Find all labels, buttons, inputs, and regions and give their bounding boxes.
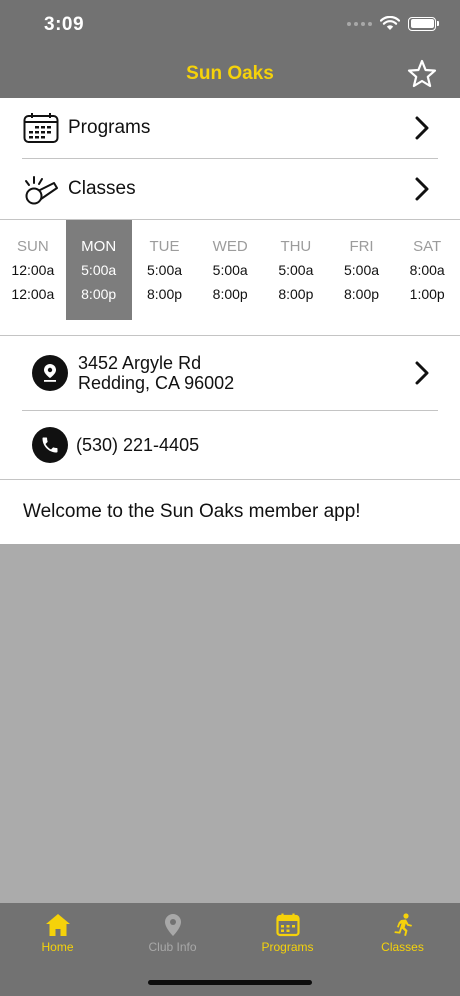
hours-day-tue: TUE 5:00a 8:00p [132, 236, 198, 335]
address-row[interactable]: 3452 Argyle Rd Redding, CA 96002 [0, 336, 460, 410]
open-time: 5:00a [278, 262, 314, 278]
address-line-1: 3452 Argyle Rd [78, 353, 202, 373]
status-icons [347, 16, 439, 31]
favorite-star-icon[interactable] [406, 58, 438, 90]
open-time: 5:00a [212, 262, 248, 278]
classes-row[interactable]: Classes [0, 159, 460, 219]
close-time: 8:00p [212, 286, 248, 302]
open-time: 5:00a [344, 262, 380, 278]
programs-label: Programs [68, 117, 151, 138]
status-time: 3:09 [44, 14, 85, 35]
day-name: SUN [17, 238, 49, 255]
welcome-message: Welcome to the Sun Oaks member app! [23, 501, 361, 522]
tab-classes[interactable]: Classes [345, 903, 460, 996]
hours-day-thu: THU 5:00a 8:00p [263, 236, 329, 335]
location-pin-icon [32, 355, 68, 391]
calendar-icon [22, 110, 60, 146]
whistle-icon [22, 171, 60, 207]
day-name: MON [81, 238, 117, 255]
home-indicator[interactable] [148, 980, 312, 985]
location-pin-icon [164, 914, 181, 936]
close-time: 8:00p [146, 286, 183, 302]
chevron-right-icon [415, 177, 429, 201]
open-time: 5:00a [81, 262, 117, 278]
hours-day-fri: FRI 5:00a 8:00p [329, 236, 395, 335]
chevron-right-icon [415, 116, 429, 140]
calendar-icon [275, 913, 300, 937]
phone-icon [32, 427, 68, 463]
day-name: FRI [349, 238, 374, 255]
open-time: 5:00a [146, 262, 183, 278]
chevron-right-icon [415, 361, 429, 385]
tab-label: Club Info [148, 940, 197, 954]
phone-row[interactable]: (530) 221-4405 [0, 411, 460, 479]
day-name: WED [212, 238, 248, 255]
tab-home[interactable]: Home [0, 903, 115, 996]
open-time: 8:00a [409, 262, 445, 278]
status-bar: 3:09 [0, 0, 460, 50]
hours-day-mon: MON 5:00a 8:00p [65, 220, 132, 320]
hours-day-sat: SAT 8:00a 1:00p [394, 236, 460, 335]
open-time: 12:00a [11, 262, 55, 278]
day-name: SAT [413, 238, 442, 255]
club-hours: SUN 12:00a 12:00a MON 5:00a 8:00p TUE 5:… [0, 220, 460, 335]
close-time: 12:00a [11, 286, 55, 302]
tab-label: Programs [261, 940, 314, 954]
close-time: 8:00p [81, 286, 117, 302]
hours-day-sun: SUN 12:00a 12:00a [0, 236, 66, 335]
programs-row[interactable]: Programs [0, 98, 460, 158]
phone-number[interactable]: (530) 221-4405 [76, 435, 199, 456]
home-icon [45, 914, 70, 936]
wifi-icon [380, 16, 400, 30]
address-line-2: Redding, CA 96002 [78, 373, 235, 393]
address-text: 3452 Argyle Rd Redding, CA 96002 [78, 353, 234, 393]
hours-day-wed: WED 5:00a 8:00p [197, 236, 263, 335]
day-name: THU [280, 238, 312, 255]
close-time: 8:00p [344, 286, 380, 302]
close-time: 8:00p [278, 286, 314, 302]
classes-label: Classes [68, 178, 136, 199]
running-person-icon [394, 913, 412, 936]
nav-bar: Sun Oaks [0, 50, 460, 98]
battery-icon [408, 16, 439, 31]
day-name: TUE [149, 238, 180, 255]
close-time: 1:00p [409, 286, 445, 302]
page-title: Sun Oaks [186, 63, 274, 84]
tab-label: Classes [381, 940, 424, 954]
cellular-signal-icon [347, 21, 372, 26]
tab-label: Home [41, 940, 74, 954]
content-card: Programs Classes SUN 12:00a 12:00a MON 5… [0, 98, 460, 544]
